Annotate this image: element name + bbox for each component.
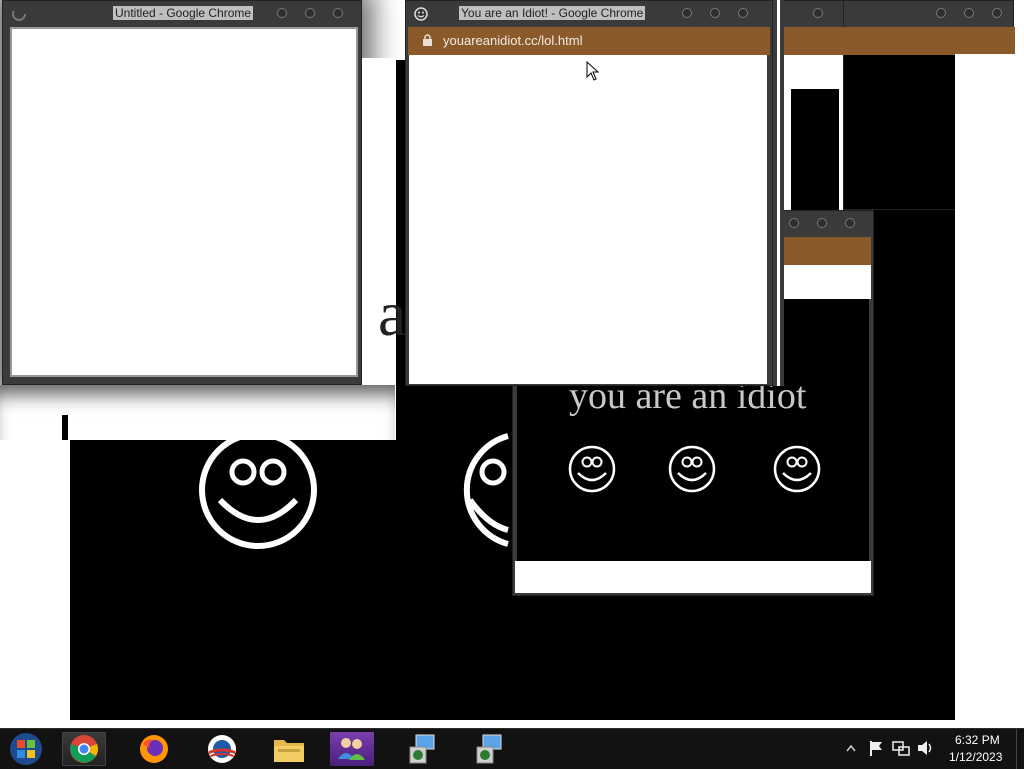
taskbar-chrome[interactable] <box>62 732 106 766</box>
url-text[interactable]: youareanidiot.cc/lol.html <box>443 33 582 48</box>
taskbar-file-explorer[interactable] <box>267 732 311 766</box>
background-page-white <box>955 54 1017 720</box>
background-edge <box>62 415 68 440</box>
installer-icon <box>476 734 502 764</box>
smiley-icon <box>773 445 821 493</box>
minimize-button[interactable] <box>936 8 946 18</box>
address-bar[interactable] <box>839 27 1015 55</box>
window-edge <box>780 0 784 386</box>
window-title: Untitled - Google Chrome <box>113 6 254 20</box>
network-icon[interactable] <box>892 740 910 756</box>
minimize-button[interactable] <box>682 8 692 18</box>
clock-time[interactable]: 6:32 PM <box>955 733 1000 747</box>
chrome-icon <box>70 735 98 763</box>
page-content <box>791 89 839 221</box>
maximize-button[interactable] <box>710 8 720 18</box>
maximize-button[interactable] <box>305 8 315 18</box>
blank-page <box>10 27 358 377</box>
folder-icon <box>274 740 304 762</box>
clock-date[interactable]: 1/12/2023 <box>949 750 1002 764</box>
show-hidden-icons-chevron-icon[interactable] <box>846 744 856 752</box>
flag-icon[interactable] <box>868 740 884 756</box>
close-button[interactable] <box>333 8 343 18</box>
close-button[interactable] <box>738 8 748 18</box>
untitled-chrome-window[interactable]: Untitled - Google Chrome <box>2 0 362 385</box>
taskbar-firefox[interactable] <box>132 732 176 766</box>
smiley-icon <box>668 445 716 493</box>
background-window <box>782 0 845 221</box>
taskbar-users-app[interactable] <box>330 732 374 766</box>
minimize-button[interactable] <box>277 8 287 18</box>
windows-start-icon <box>10 733 42 765</box>
address-bar[interactable]: youareanidiot.cc/lol.html <box>408 27 770 55</box>
window-titlebar[interactable] <box>839 1 1013 27</box>
idiot-main-window[interactable]: You are an Idiot! - Google Chrome youare… <box>405 0 773 386</box>
background-page-white <box>362 58 396 440</box>
window-title: You are an Idiot! - Google Chrome <box>459 6 646 20</box>
taskbar: 6:32 PM 1/12/2023 <box>0 728 1024 769</box>
background-white-strip <box>0 430 70 720</box>
address-bar[interactable] <box>783 27 845 55</box>
users-icon <box>338 738 365 760</box>
taskbar-installer-1[interactable] <box>400 732 444 766</box>
firefox-icon <box>140 735 168 763</box>
smiley-icon <box>199 431 317 549</box>
close-button[interactable] <box>845 218 855 228</box>
maximize-button[interactable] <box>817 218 827 228</box>
close-button[interactable] <box>992 8 1002 18</box>
show-desktop-button[interactable] <box>1016 729 1024 769</box>
lock-icon <box>423 34 432 46</box>
minimize-button[interactable] <box>789 218 799 228</box>
taskbar-installer-2[interactable] <box>467 732 511 766</box>
start-button[interactable] <box>4 732 48 766</box>
taskbar-circle-logo[interactable] <box>200 732 244 766</box>
smiley-icon <box>568 445 616 493</box>
page-content <box>409 55 767 384</box>
volume-icon[interactable] <box>917 740 935 756</box>
background-headline-fragment: a <box>378 278 407 349</box>
favicon-smiley-icon <box>414 7 428 21</box>
loading-spinner-icon <box>12 7 26 21</box>
installer-icon <box>409 734 435 764</box>
mouse-cursor-icon <box>586 61 600 81</box>
circle-logo-icon <box>208 735 236 763</box>
window-shadow-area <box>0 385 395 440</box>
page-bottom-white <box>515 561 871 593</box>
close-button[interactable] <box>813 8 823 18</box>
maximize-button[interactable] <box>964 8 974 18</box>
smiley-icon <box>463 433 509 547</box>
